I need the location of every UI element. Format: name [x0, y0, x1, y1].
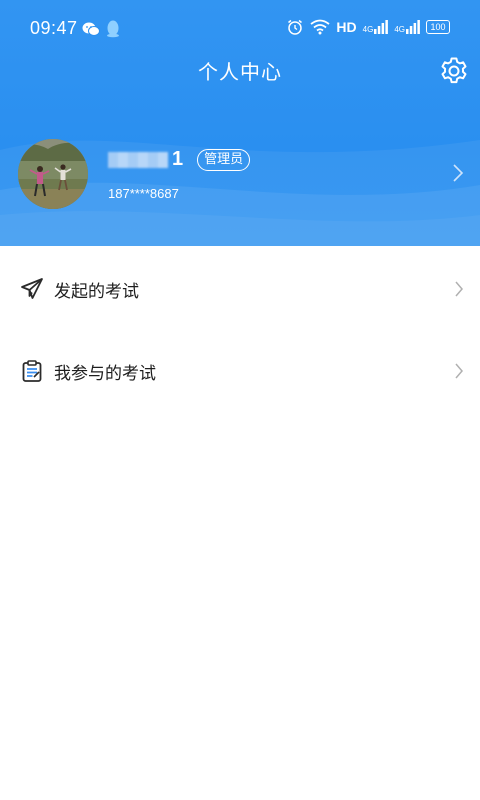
wechat-icon — [82, 22, 100, 36]
signal-strength-2: 4G — [394, 20, 420, 34]
chevron-right-icon — [453, 164, 464, 182]
network-type-label: 4G — [394, 25, 405, 34]
signal-bars-icon — [406, 20, 420, 34]
user-name-text: 1 — [172, 148, 184, 170]
signal-bars-icon — [374, 20, 389, 34]
signal-strength-1: 4G — [363, 20, 389, 34]
status-notification-icons — [82, 20, 120, 38]
qq-icon — [107, 20, 119, 38]
menu-item-joined-exams[interactable]: 我参与的考试 — [0, 341, 480, 401]
chevron-right-icon — [455, 281, 463, 297]
chevron-right-icon — [455, 363, 463, 379]
menu-label: 发起的考试 — [54, 282, 139, 302]
menu-label: 我参与的考试 — [54, 364, 156, 384]
page-title: 个人中心 — [198, 60, 282, 84]
avatar[interactable] — [18, 139, 88, 209]
network-type-label: 4G — [362, 25, 374, 34]
status-bar: 09:47 HD 4G 4G 100 — [0, 0, 480, 58]
menu-item-initiated-exams[interactable]: 发起的考试 — [0, 259, 480, 319]
paper-plane-icon — [21, 278, 43, 299]
role-badge: 管理员 — [197, 148, 251, 171]
wifi-icon — [310, 19, 330, 35]
clipboard-icon — [22, 360, 42, 382]
profile-card[interactable]: 1 管理员 187****8687 — [0, 130, 480, 220]
status-time: 09:47 — [30, 18, 78, 38]
battery-icon: 100 — [426, 20, 450, 34]
avatar-photo — [18, 139, 88, 209]
name-redacted — [108, 151, 168, 168]
user-phone: 187****8687 — [108, 186, 179, 201]
status-indicators: HD 4G 4G 100 — [286, 18, 450, 36]
alarm-clock-icon — [288, 19, 303, 35]
user-name: 1 管理员 — [108, 148, 251, 171]
settings-button[interactable] — [438, 55, 470, 87]
gear-icon — [441, 57, 467, 84]
hd-indicator: HD — [336, 19, 357, 35]
